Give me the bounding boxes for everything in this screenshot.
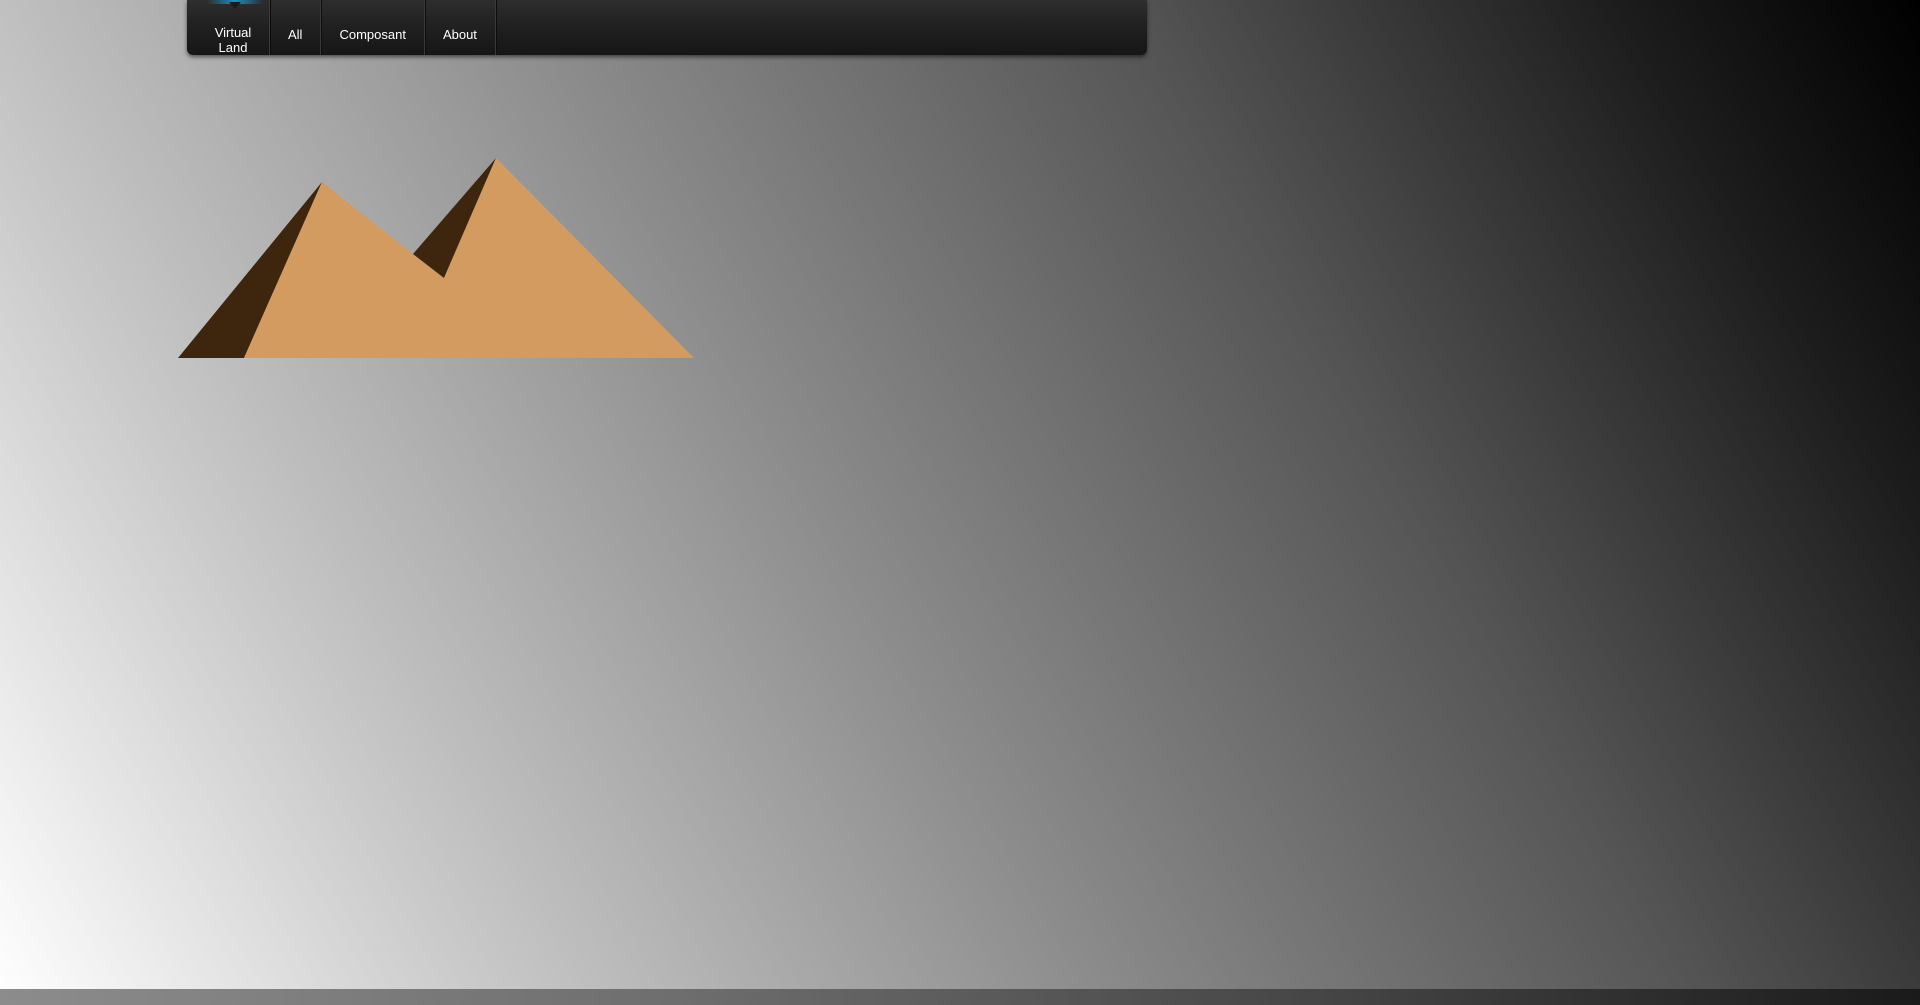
nav-item-label: Composant — [339, 27, 406, 42]
nav-item-composant[interactable]: Composant — [321, 0, 425, 55]
nav-item-all[interactable]: All — [270, 0, 322, 55]
nav-item-label: All — [288, 27, 303, 42]
nav-item-label: About — [442, 27, 477, 42]
nav-item-about[interactable]: About — [425, 0, 496, 55]
pyramids-scene — [178, 158, 694, 358]
nav-item-virtual-land[interactable]: Virtual Land — [197, 0, 270, 55]
top-navigation-bar: Virtual Land All Composant About — [187, 0, 1147, 55]
bottom-status-bar — [0, 989, 1920, 1005]
nav-item-label: Virtual Land — [214, 24, 252, 55]
